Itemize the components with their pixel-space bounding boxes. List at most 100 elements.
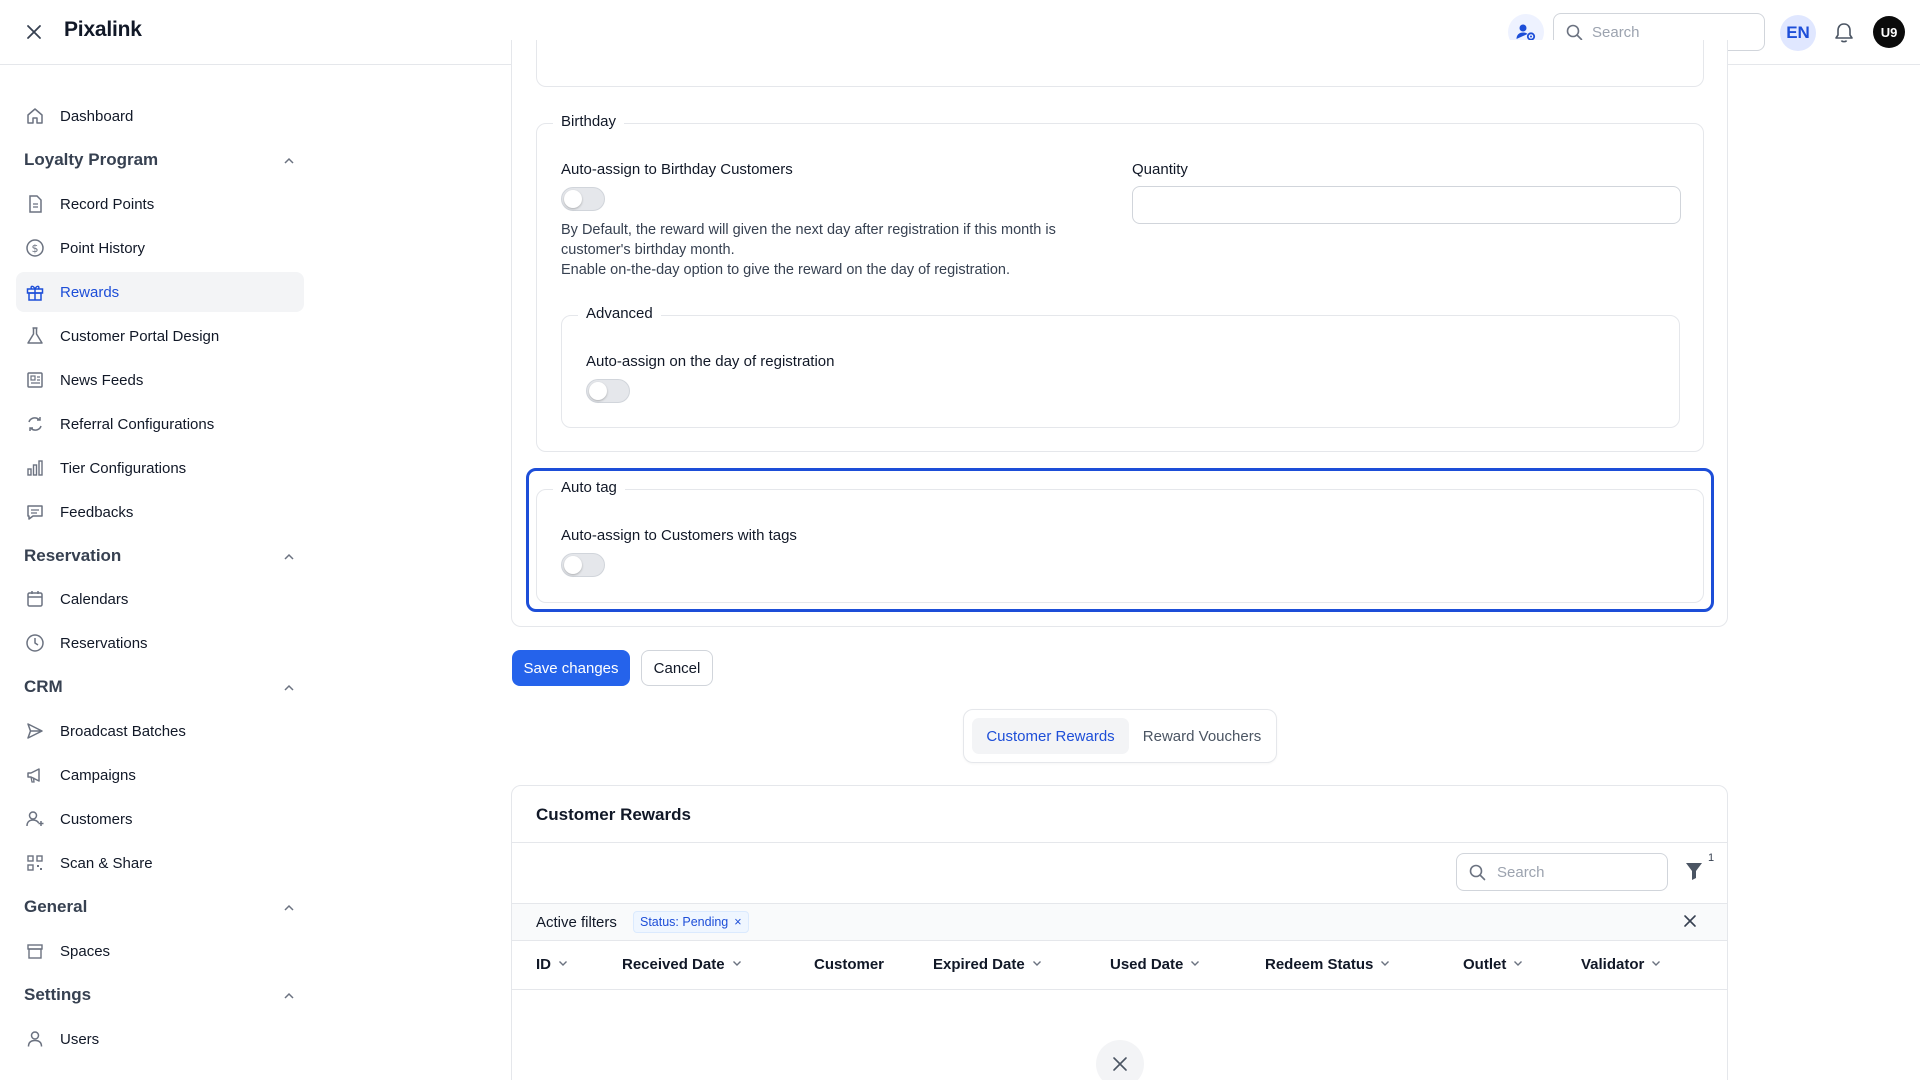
chevron-down-icon: [1650, 956, 1662, 973]
gift-icon: [24, 281, 46, 303]
section-settings[interactable]: Settings: [24, 980, 296, 1010]
column-header-id[interactable]: ID: [536, 956, 569, 973]
sidebar-item-label: Referral Configurations: [60, 415, 215, 433]
chevron-up-icon: [282, 680, 296, 700]
tab-reward-vouchers[interactable]: Reward Vouchers: [1134, 718, 1270, 754]
column-header-outlet[interactable]: Outlet: [1463, 956, 1524, 973]
svg-text:$: $: [32, 242, 39, 255]
column-label: Used Date: [1110, 956, 1184, 973]
section-reservation[interactable]: Reservation: [24, 541, 296, 571]
column-label: Redeem Status: [1265, 956, 1374, 973]
sidebar-item-label: Tier Configurations: [60, 459, 187, 477]
chevron-down-icon: [731, 956, 743, 973]
auto-tag-legend: Auto tag: [553, 479, 625, 496]
sidebar-item-label: Users: [60, 1030, 100, 1048]
quantity-label: Quantity: [1132, 161, 1188, 178]
divider: [512, 842, 1727, 843]
sidebar-item-scan-share[interactable]: Scan & Share: [16, 843, 304, 883]
sidebar-item-point-history[interactable]: $ Point History: [16, 228, 304, 268]
sidebar-item-label: Rewards: [60, 283, 120, 301]
sidebar-item-label: Broadcast Batches: [60, 722, 186, 740]
sidebar-item-broadcast-batches[interactable]: Broadcast Batches: [16, 711, 304, 751]
divider: [512, 989, 1727, 990]
sidebar-item-tier-configurations[interactable]: Tier Configurations: [16, 448, 304, 488]
filter-icon[interactable]: [1684, 860, 1710, 886]
search-icon: [1469, 864, 1486, 885]
column-label: ID: [536, 956, 551, 973]
auto-assign-tags-toggle[interactable]: [561, 553, 605, 577]
column-header-validator[interactable]: Validator: [1581, 956, 1662, 973]
auto-assign-birthday-toggle[interactable]: [561, 187, 605, 211]
sidebar-item-calendars[interactable]: Calendars: [16, 579, 304, 619]
section-title-label: Reservation: [24, 546, 122, 565]
sidebar-item-reservations[interactable]: Reservations: [16, 623, 304, 663]
document-icon: [24, 193, 46, 215]
sidebar-item-feedbacks[interactable]: Feedbacks: [16, 492, 304, 532]
column-label: Outlet: [1463, 956, 1507, 973]
column-header-used-date[interactable]: Used Date: [1110, 956, 1201, 973]
section-general[interactable]: General: [24, 892, 296, 922]
birthday-legend: Birthday: [553, 113, 625, 130]
bell-icon[interactable]: [1830, 19, 1858, 47]
column-header-received-date[interactable]: Received Date: [622, 956, 743, 973]
sidebar-item-customers[interactable]: Customers: [16, 799, 304, 839]
column-label: Validator: [1581, 956, 1645, 973]
chip-remove-icon[interactable]: ×: [734, 915, 741, 929]
home-icon: [24, 105, 46, 127]
dollar-circle-icon: $: [24, 237, 46, 259]
quantity-input[interactable]: [1132, 186, 1681, 224]
bar-chart-icon: [24, 457, 46, 479]
sidebar-item-news-feeds[interactable]: News Feeds: [16, 360, 304, 400]
table-search-input[interactable]: Search: [1456, 853, 1668, 891]
column-label: Received Date: [622, 956, 725, 973]
sidebar-item-customer-portal-design[interactable]: Customer Portal Design: [16, 316, 304, 356]
auto-assign-birthday-label: Auto-assign to Birthday Customers: [561, 161, 793, 178]
sidebar-item-label: Calendars: [60, 590, 129, 608]
column-header-redeem-status[interactable]: Redeem Status: [1265, 956, 1391, 973]
sidebar-item-label: Reservations: [60, 634, 148, 652]
cancel-button[interactable]: Cancel: [641, 650, 713, 686]
auto-assign-on-day-toggle[interactable]: [586, 379, 630, 403]
language-switcher[interactable]: EN: [1780, 15, 1816, 51]
column-header-customer: Customer: [814, 956, 884, 973]
clock-icon: [24, 632, 46, 654]
clear-filters-close-icon[interactable]: [1683, 914, 1701, 932]
section-title-label: CRM: [24, 677, 63, 696]
section-crm[interactable]: CRM: [24, 672, 296, 702]
megaphone-icon: [24, 764, 46, 786]
user-avatar[interactable]: U9: [1873, 16, 1905, 48]
calendar-icon: [24, 588, 46, 610]
chevron-down-icon: [1512, 956, 1524, 973]
sidebar-item-record-points[interactable]: Record Points: [16, 184, 304, 224]
sidebar-item-rewards[interactable]: Rewards: [16, 272, 304, 312]
sidebar-item-label: Dashboard: [60, 107, 134, 125]
refresh-icon: [24, 413, 46, 435]
sidebar-item-label: Scan & Share: [60, 854, 153, 872]
previous-section-box: [536, 40, 1704, 87]
tab-customer-rewards[interactable]: Customer Rewards: [972, 718, 1129, 754]
qr-code-icon: [24, 852, 46, 874]
section-loyalty-program[interactable]: Loyalty Program: [24, 145, 296, 175]
sidebar-item-referral-configurations[interactable]: Referral Configurations: [16, 404, 304, 444]
sidebar-item-campaigns[interactable]: Campaigns: [16, 755, 304, 795]
chevron-down-icon: [557, 956, 569, 973]
birthday-help-line-2: customer's birthday month.: [561, 242, 735, 258]
status-filter-chip[interactable]: Status: Pending ×: [633, 911, 749, 933]
auto-assign-on-day-label: Auto-assign on the day of registration: [586, 353, 835, 370]
column-header-expired-date[interactable]: Expired Date: [933, 956, 1043, 973]
save-changes-button[interactable]: Save changes: [512, 650, 630, 686]
sidebar-item-label: Campaigns: [60, 766, 136, 784]
chevron-up-icon: [282, 900, 296, 920]
sidebar-item-users[interactable]: Users: [16, 1019, 304, 1059]
sidebar-item-dashboard[interactable]: Dashboard: [16, 96, 304, 136]
birthday-section: Birthday Auto-assign to Birthday Custome…: [536, 113, 1704, 452]
sidebar-item-label: News Feeds: [60, 371, 144, 389]
customer-rewards-table-card: Customer Rewards Search 1 Active filters…: [511, 785, 1728, 1080]
close-icon[interactable]: [22, 20, 46, 44]
birthday-help-line-1: By Default, the reward will given the ne…: [561, 222, 1056, 238]
user-icon: [24, 1028, 46, 1050]
advanced-legend: Advanced: [578, 305, 661, 322]
flask-icon: [24, 325, 46, 347]
sidebar-item-label: Customer Portal Design: [60, 327, 220, 345]
sidebar-item-spaces[interactable]: Spaces: [16, 931, 304, 971]
